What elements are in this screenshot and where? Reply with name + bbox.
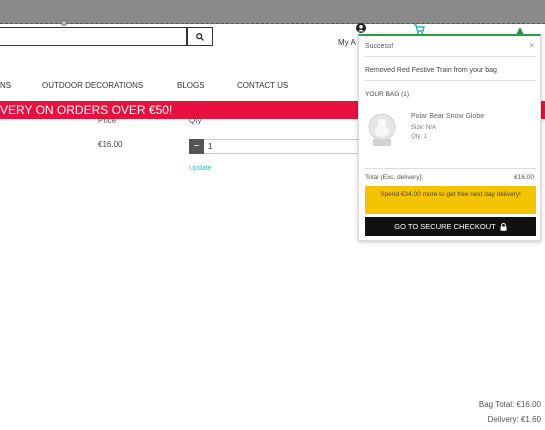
product-thumbnail[interactable] bbox=[367, 112, 397, 148]
toast-message: Removed Red Festive Train from your bag bbox=[365, 67, 497, 74]
search-bar bbox=[0, 27, 213, 46]
search-input[interactable] bbox=[0, 27, 187, 46]
item-name[interactable]: Polar Bear Snow Globe bbox=[411, 113, 484, 120]
drag-handle-icon[interactable] bbox=[61, 20, 67, 26]
delivery-cost: Delivery: €1.60 bbox=[487, 415, 541, 424]
secure-checkout-button[interactable]: GO TO SECURE CHECKOUT bbox=[365, 217, 536, 236]
checkout-label: GO TO SECURE CHECKOUT bbox=[394, 222, 496, 231]
nav-item-contact-us[interactable]: CONTACT US bbox=[237, 81, 288, 90]
nav-item-outdoor-decorations[interactable]: OUTDOOR DECORATIONS bbox=[42, 81, 143, 90]
divider bbox=[365, 80, 536, 81]
bag-toast: Success! × Removed Red Festive Train fro… bbox=[358, 34, 541, 241]
bag-heading: YOUR BAG (1) bbox=[365, 91, 410, 98]
price-column-header: Price bbox=[98, 116, 117, 125]
item-size: Size: N/A bbox=[411, 125, 437, 131]
decrement-qty-button[interactable]: − bbox=[189, 139, 204, 154]
search-button[interactable] bbox=[187, 27, 213, 46]
free-delivery-banner: Spend €34.00 more to get free next day d… bbox=[365, 186, 536, 214]
update-link[interactable]: Update bbox=[189, 165, 212, 172]
qty-column-header: Qty bbox=[189, 116, 202, 125]
total-label: Total (Exc. delivery): bbox=[365, 174, 424, 181]
bag-total: Bag Total: €16.00 bbox=[478, 400, 541, 409]
item-price: €16.00 bbox=[98, 140, 123, 149]
divider bbox=[365, 168, 536, 169]
lock-icon bbox=[500, 222, 507, 231]
toast-title: Success! bbox=[365, 43, 394, 50]
qty-input[interactable]: 1 bbox=[204, 139, 364, 154]
close-icon[interactable]: × bbox=[529, 41, 534, 50]
nav-item-partial[interactable]: NS bbox=[0, 81, 11, 90]
user-icon bbox=[356, 23, 366, 33]
top-banner-bar bbox=[0, 0, 545, 26]
account-label: My A bbox=[338, 38, 356, 47]
page: My A NS OUTDOOR DECORATIONS BLOGS CONTAC… bbox=[0, 0, 545, 430]
item-qty: Qty: 1 bbox=[411, 134, 428, 140]
divider bbox=[365, 56, 536, 57]
total-value: €16.00 bbox=[514, 174, 534, 181]
nav-item-blogs[interactable]: BLOGS bbox=[177, 81, 205, 90]
search-icon bbox=[196, 32, 204, 41]
